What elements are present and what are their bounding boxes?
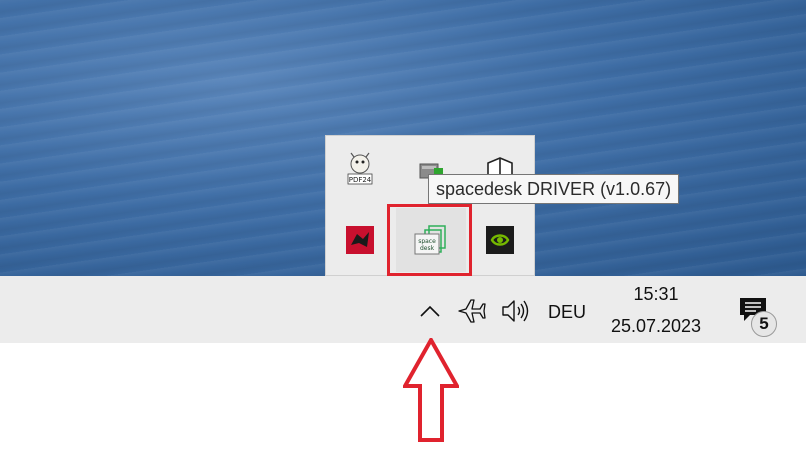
spacedesk-highlight-box — [387, 204, 472, 276]
show-hidden-icons-chevron-icon[interactable] — [416, 296, 444, 326]
nvidia-icon[interactable] — [472, 212, 528, 268]
app-red-icon[interactable] — [332, 212, 388, 268]
clock-date: 25.07.2023 — [610, 316, 702, 336]
airplane-icon[interactable] — [454, 294, 490, 328]
annotation-up-arrow — [403, 338, 459, 442]
input-language-indicator[interactable]: DEU — [543, 298, 591, 326]
taskbar-clock[interactable]: 15:31 25.07.2023 — [600, 281, 712, 339]
notification-count-badge: 5 — [751, 311, 777, 337]
clock-time: 15:31 — [633, 284, 679, 304]
pdf24-icon[interactable]: PDF24 — [332, 142, 388, 198]
svg-text:PDF24: PDF24 — [349, 176, 372, 184]
spacedesk-tooltip: spacedesk DRIVER (v1.0.67) — [428, 174, 680, 204]
volume-icon[interactable] — [498, 294, 532, 328]
